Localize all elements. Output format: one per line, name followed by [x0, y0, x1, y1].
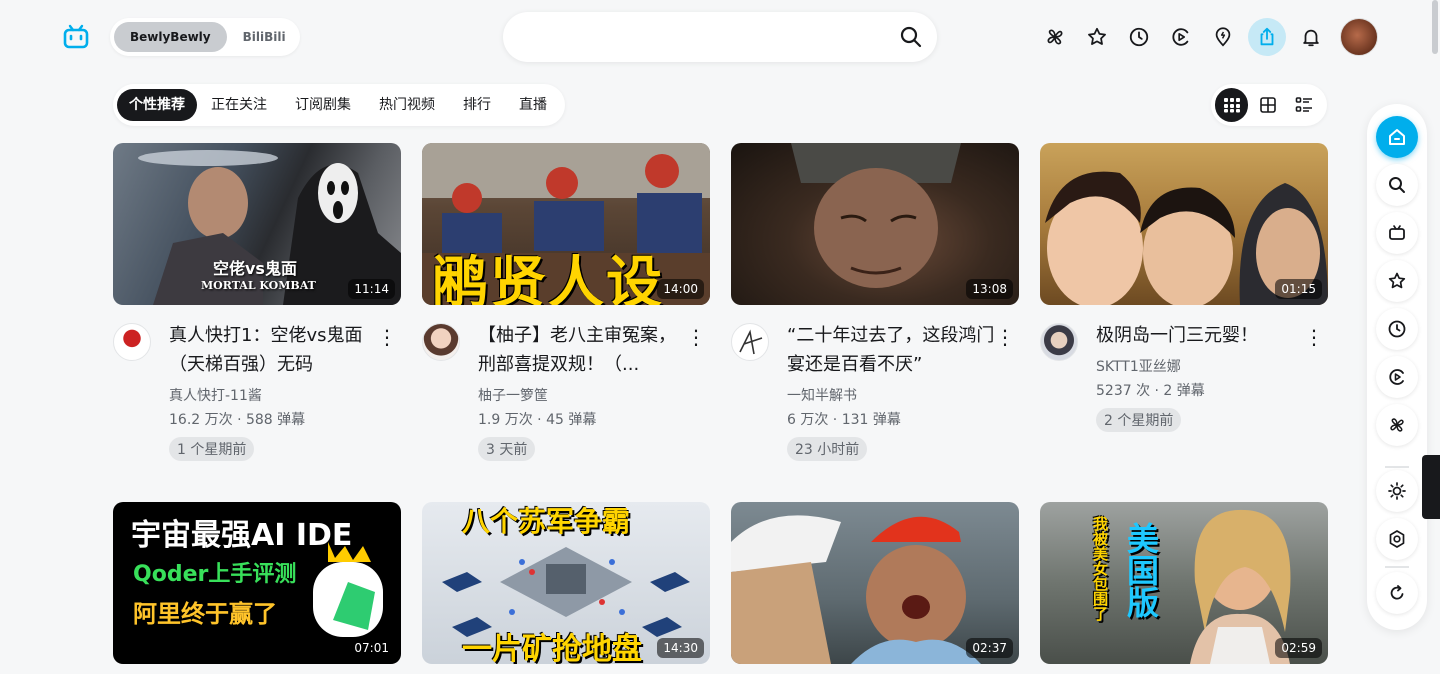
topbar-actions: [1034, 18, 1378, 56]
video-duration: 02:59: [1275, 638, 1322, 658]
video-stats: 5237 次 · 2 弹幕: [1096, 383, 1205, 399]
video-card[interactable]: 宇宙最强AI IDE Qoder上手评测 阿里终于赢了 07:01: [113, 502, 401, 664]
video-card[interactable]: 02:37: [731, 502, 1019, 664]
play-circle-icon[interactable]: [1160, 18, 1202, 56]
star-icon[interactable]: [1076, 18, 1118, 56]
search-icon[interactable]: [899, 25, 923, 49]
video-title[interactable]: “二十年过去了，这段鸿门宴还是百看不厌”: [787, 321, 995, 379]
video-author[interactable]: 真人快打-11酱: [169, 385, 377, 405]
tab-live[interactable]: 直播: [505, 89, 561, 121]
play-circle-icon[interactable]: [1376, 356, 1418, 398]
clock-icon[interactable]: [1376, 308, 1418, 350]
more-vertical-icon[interactable]: ⋮: [377, 323, 397, 351]
pinwheel-icon[interactable]: [1034, 18, 1076, 56]
video-author[interactable]: 柚子一箩筐: [478, 385, 686, 405]
layout-switcher: [1211, 84, 1327, 126]
thumbnail-overlay-subtext: 一片矿抢地盘: [462, 632, 642, 664]
video-title[interactable]: 【柚子】老八主审冤案，刑部喜提双规！（...: [478, 321, 686, 379]
video-thumbnail[interactable]: 13:08: [731, 143, 1019, 305]
video-thumbnail[interactable]: 空佬vs鬼面 MORTAL KOMBAT 11:14: [113, 143, 401, 305]
clock-icon[interactable]: [1118, 18, 1160, 56]
search-bar: [503, 12, 937, 62]
video-duration: 01:15: [1275, 279, 1322, 299]
thumbnail-overlay-text: 鹇贤人设: [432, 251, 664, 305]
video-title[interactable]: 真人快打1：空佬vs鬼面（天梯百强）无码: [169, 321, 377, 379]
video-thumbnail[interactable]: 02:37: [731, 502, 1019, 664]
video-duration: 13:08: [966, 279, 1013, 299]
video-time-badge: 2 个星期前: [1096, 408, 1182, 432]
settings-icon[interactable]: [1376, 518, 1418, 560]
video-card[interactable]: 01:15 极阴岛一门三元婴！ SKTT1亚丝娜 5237 次 · 2 弹幕 2…: [1040, 143, 1328, 432]
video-duration: 14:30: [657, 638, 704, 658]
bilibili-tv-icon[interactable]: [62, 22, 90, 50]
dock-divider: [1385, 566, 1409, 568]
tab-recommend[interactable]: 个性推荐: [117, 89, 197, 121]
video-duration: 14:00: [657, 279, 704, 299]
tab-ranking[interactable]: 排行: [449, 89, 505, 121]
video-stats: 16.2 万次 · 588 弹幕: [169, 412, 306, 428]
video-time-badge: 3 天前: [478, 437, 536, 461]
video-thumbnail[interactable]: 八个苏军争霸 一片矿抢地盘 14:30: [422, 502, 710, 664]
more-vertical-icon[interactable]: ⋮: [686, 323, 706, 351]
upload-icon[interactable]: [1248, 18, 1286, 56]
video-stats: 6 万次 · 131 弹幕: [787, 412, 901, 428]
tab-following[interactable]: 正在关注: [197, 89, 281, 121]
feed-tabs: 个性推荐 正在关注 订阅剧集 热门视频 排行 直播: [113, 84, 565, 126]
video-thumbnail[interactable]: 美国版 我被美女包围了 02:59: [1040, 502, 1328, 664]
dock-divider: [1385, 466, 1409, 468]
home-icon[interactable]: [1376, 116, 1418, 158]
tab-trending[interactable]: 热门视频: [365, 89, 449, 121]
uploader-avatar[interactable]: [1040, 323, 1078, 361]
video-time-badge: 1 个星期前: [169, 437, 255, 461]
tab-subscribed-series[interactable]: 订阅剧集: [281, 89, 365, 121]
video-author[interactable]: SKTT1亚丝娜: [1096, 356, 1304, 376]
uploader-avatar[interactable]: [113, 323, 151, 361]
tv-icon[interactable]: [1376, 212, 1418, 254]
video-card[interactable]: 美国版 我被美女包围了 02:59: [1040, 502, 1328, 664]
switch-bilibili[interactable]: BiliBili: [227, 22, 302, 52]
user-avatar[interactable]: [1340, 18, 1378, 56]
switch-bewlybewly[interactable]: BewlyBewly: [114, 22, 227, 52]
video-card[interactable]: 八个苏军争霸 一片矿抢地盘 14:30: [422, 502, 710, 664]
thumbnail-overlay-subtext: MORTAL KOMBAT: [201, 279, 316, 292]
video-duration: 02:37: [966, 638, 1013, 658]
grid-dense-icon[interactable]: [1215, 88, 1248, 122]
uploader-avatar[interactable]: [422, 323, 460, 361]
thumbnail-overlay-subtext: 我被美女包围了: [1091, 516, 1109, 621]
search-input[interactable]: [525, 12, 895, 62]
thumbnail-overlay-text: 空佬vs鬼面: [213, 259, 297, 278]
list-icon[interactable]: [1287, 88, 1320, 122]
video-author[interactable]: 一知半解书: [787, 385, 995, 405]
grid-icon[interactable]: [1251, 88, 1284, 122]
uploader-avatar[interactable]: [731, 323, 769, 361]
video-card[interactable]: 鹇贤人设 14:00 【柚子】老八主审冤案，刑部喜提双规！（... 柚子一箩筐 …: [422, 143, 710, 461]
more-vertical-icon[interactable]: ⋮: [995, 323, 1015, 351]
side-drawer-handle[interactable]: [1422, 455, 1440, 519]
pinwheel-icon[interactable]: [1376, 404, 1418, 446]
star-icon[interactable]: [1376, 260, 1418, 302]
site-switcher: BewlyBewly BiliBili: [110, 18, 300, 56]
sun-icon[interactable]: [1376, 470, 1418, 512]
refresh-icon[interactable]: [1376, 572, 1418, 614]
right-dock: [1367, 104, 1427, 630]
video-thumbnail[interactable]: 01:15: [1040, 143, 1328, 305]
scrollbar-thumb[interactable]: [1432, 0, 1438, 54]
thumbnail-overlay-text: 美国版: [1122, 522, 1160, 618]
video-card[interactable]: 13:08 “二十年过去了，这段鸿门宴还是百看不厌” 一知半解书 6 万次 · …: [731, 143, 1019, 461]
video-card[interactable]: 空佬vs鬼面 MORTAL KOMBAT 11:14 真人快打1：空佬vs鬼面（…: [113, 143, 401, 461]
video-duration: 07:01: [348, 638, 395, 658]
video-stats: 1.9 万次 · 45 弹幕: [478, 412, 597, 428]
video-duration: 11:14: [348, 279, 395, 299]
video-time-badge: 23 小时前: [787, 437, 868, 461]
video-title[interactable]: 极阴岛一门三元婴！: [1096, 321, 1304, 350]
search-icon[interactable]: [1376, 164, 1418, 206]
bell-icon[interactable]: [1290, 18, 1332, 56]
video-thumbnail[interactable]: 鹇贤人设 14:00: [422, 143, 710, 305]
thumbnail-overlay-text: 八个苏军争霸: [462, 505, 631, 538]
more-vertical-icon[interactable]: ⋮: [1304, 323, 1324, 351]
pin-icon[interactable]: [1202, 18, 1244, 56]
video-thumbnail[interactable]: 宇宙最强AI IDE Qoder上手评测 阿里终于赢了 07:01: [113, 502, 401, 664]
